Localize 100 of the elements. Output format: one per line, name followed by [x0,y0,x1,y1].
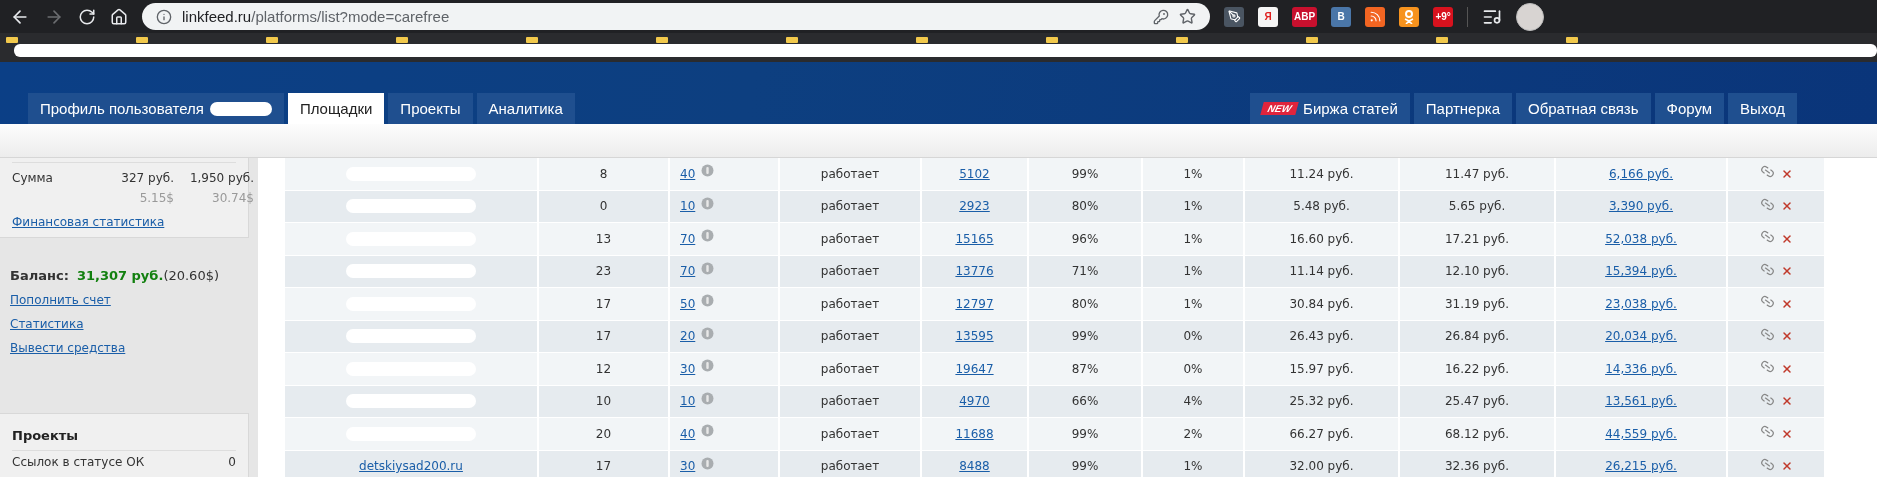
nav-tab[interactable]: Партнерка [1413,93,1512,124]
total-link[interactable]: 26,215 руб. [1605,459,1677,474]
balance-label: Баланс: [10,268,69,283]
index-link[interactable]: 19647 [955,361,994,376]
table-cell: 0% [1183,329,1203,344]
nav-tab[interactable]: Обратная связь [1516,93,1651,124]
table-cell: 13 [595,231,612,246]
folder-icon[interactable] [786,37,798,43]
delete-icon[interactable] [1780,265,1793,278]
sidebar-link[interactable]: Вывести средства [10,341,126,355]
delete-icon[interactable] [1780,200,1793,213]
folder-icon[interactable] [1436,37,1448,43]
star-icon[interactable] [1179,8,1196,25]
nav-tab[interactable]: Форум [1654,93,1725,124]
folder-icon[interactable] [136,37,148,43]
total-link[interactable]: 20,034 руб. [1605,329,1677,344]
delete-icon[interactable] [1780,460,1793,473]
nav-tab[interactable]: Профиль пользователя [28,93,284,124]
vk-extension-button[interactable]: В [1331,6,1352,27]
index-link[interactable]: 12797 [955,296,994,311]
links-count-link[interactable]: 40 [680,166,696,181]
delete-icon[interactable] [1780,427,1793,440]
nav-tab[interactable]: Аналитика [476,93,575,124]
table-cell: 11.47 руб. [1444,166,1510,181]
index-link[interactable]: 13595 [955,329,994,344]
folder-icon[interactable] [1046,37,1058,43]
table-cell: 5.65 руб. [1448,199,1506,214]
stat-label: Ссылок в статусе ОК [12,455,145,469]
total-link[interactable]: 3,390 руб. [1608,199,1674,214]
links-count-link[interactable]: 50 [680,296,696,311]
nav-tab[interactable]: Проекты [388,93,473,124]
index-link[interactable]: 15165 [955,231,994,246]
yandex-extension-button[interactable]: Я [1258,6,1278,27]
total-link[interactable]: 14,336 руб. [1605,361,1677,376]
folder-icon[interactable] [266,37,278,43]
index-link[interactable]: 11688 [955,426,994,441]
folder-icon[interactable] [916,37,928,43]
links-count-link[interactable]: 10 [680,394,696,409]
delete-icon[interactable] [1780,297,1793,310]
index-link[interactable]: 2923 [959,199,990,214]
sum-label: Сумма [12,171,54,185]
sidebar-link[interactable]: Пополнить счет [10,293,111,307]
index-link[interactable]: 13776 [955,264,994,279]
links-count-link[interactable]: 70 [680,231,696,246]
index-link[interactable]: 4970 [959,394,990,409]
folder-icon[interactable] [656,37,668,43]
table-cell: 66% [1071,394,1099,409]
nav-tab[interactable]: NEW Биржа статей [1249,93,1410,124]
table-cell: 66.27 руб. [1289,426,1354,441]
abp-extension-button[interactable]: ABP [1292,6,1318,27]
person-icon[interactable] [1399,6,1420,27]
links-count-link[interactable]: 30 [680,361,696,376]
rss-icon[interactable] [1365,6,1386,27]
folder-icon[interactable] [1176,37,1188,43]
info-icon[interactable] [156,8,172,25]
pen-icon[interactable] [1224,6,1244,27]
total-link[interactable]: 15,394 руб. [1605,264,1677,279]
index-link[interactable]: 8488 [959,459,990,474]
table-cell: 16.22 руб. [1444,361,1510,376]
table-cell: 31.19 руб. [1444,296,1510,311]
address-bar[interactable]: linkfeed.ru/platforms/list?mode=carefree [142,3,1210,30]
table-cell: 17 [595,329,612,344]
weather-extension-button[interactable]: +9° [1433,6,1454,27]
links-count-link[interactable]: 20 [680,329,696,344]
total-link[interactable]: 52,038 руб. [1605,231,1677,246]
site-link[interactable]: detskiysad200.ru [359,459,463,474]
delete-icon[interactable] [1780,232,1793,245]
total-link[interactable]: 44,559 руб. [1605,426,1677,441]
finance-link[interactable]: Финансовая статистика [12,215,165,229]
folder-icon[interactable] [1566,37,1578,43]
table-cell: 80% [1071,199,1099,214]
sidebar-link[interactable]: Статистика [10,317,84,331]
folder-icon[interactable] [396,37,408,43]
total-link[interactable]: 23,038 руб. [1605,296,1677,311]
key-icon[interactable] [1153,8,1169,25]
folder-icon[interactable] [526,37,538,43]
delete-icon[interactable] [1780,362,1793,375]
links-count-link[interactable]: 10 [680,199,696,214]
home-button[interactable] [110,7,128,26]
links-count-link[interactable]: 40 [680,426,696,441]
folder-icon[interactable] [1306,37,1318,43]
index-link[interactable]: 5102 [959,166,990,181]
folder-icon[interactable] [6,37,18,43]
delete-icon[interactable] [1780,330,1793,343]
nav-tab[interactable]: Площадки [287,93,385,124]
balance-usd: (20.60$) [163,268,219,283]
table-cell: 11.24 руб. [1289,166,1354,181]
delete-icon[interactable] [1780,395,1793,408]
table-cell: работает [820,231,880,246]
table-cell: 4% [1183,394,1203,409]
delete-icon[interactable] [1780,167,1793,180]
reload-button[interactable] [78,7,96,26]
table-cell: 0 [599,199,608,214]
table-cell: 12 [595,361,612,376]
links-count-link[interactable]: 70 [680,264,696,279]
total-link[interactable]: 6,166 руб. [1608,166,1674,181]
avatar[interactable] [1516,2,1545,31]
total-link[interactable]: 13,561 руб. [1605,394,1677,409]
links-count-link[interactable]: 30 [680,459,696,474]
nav-tab[interactable]: Выход [1728,93,1797,124]
